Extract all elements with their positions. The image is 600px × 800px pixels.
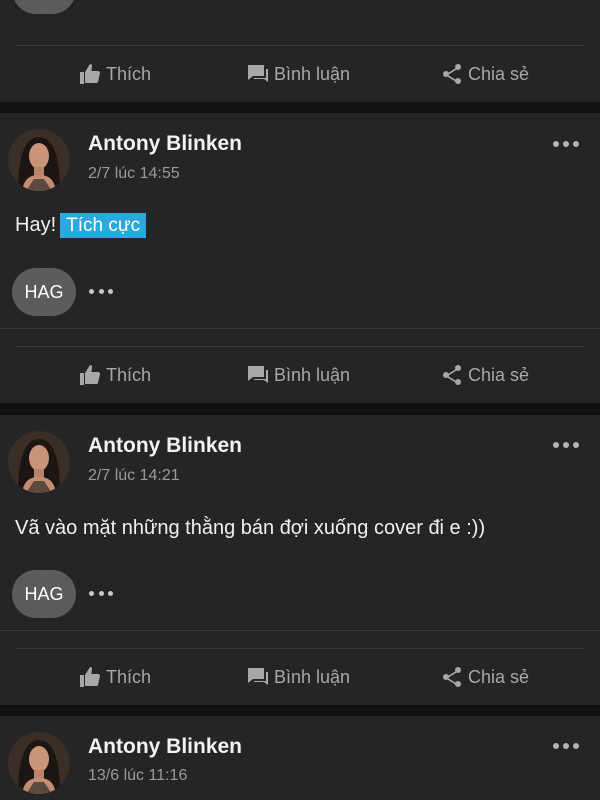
thumbs-up-icon (80, 667, 100, 687)
share-label: Chia sẻ (468, 364, 530, 385)
dot (553, 442, 559, 448)
dot (89, 590, 94, 596)
dot (553, 141, 559, 147)
share-label: Chia sẻ (468, 63, 530, 84)
like-label: Thích (106, 666, 152, 687)
like-label: Thích (106, 63, 152, 84)
thumbs-up-icon (80, 64, 100, 84)
reaction-more-icon[interactable] (89, 287, 113, 295)
like-label: Thích (106, 364, 152, 385)
dot (563, 743, 569, 749)
post-time[interactable]: 13/6 lúc 11:16 (88, 767, 187, 785)
comment-button[interactable]: Bình luận (246, 665, 350, 689)
dot (108, 590, 113, 596)
dot (98, 590, 104, 596)
like-button[interactable]: Thích (78, 62, 151, 86)
comment-label: Bình luận (274, 364, 351, 385)
avatar[interactable] (8, 129, 70, 191)
share-button[interactable]: Chia sẻ (440, 363, 529, 387)
share-icon (443, 365, 461, 385)
post-body: Vã vào mặt những thằng bán đợi xuống cov… (15, 517, 486, 539)
comment-icon (248, 668, 268, 685)
divider (0, 328, 600, 329)
divider (0, 630, 600, 631)
dot (563, 141, 569, 147)
dot (573, 141, 579, 147)
reaction-badge[interactable]: HAG (12, 570, 76, 618)
comment-icon (248, 65, 268, 82)
comment-icon (248, 366, 268, 383)
share-button[interactable]: Chia sẻ (440, 62, 529, 86)
post-card: Antony Blinken 2/7 lúc 14:21 Vã vào mặt … (0, 415, 600, 705)
more-options-icon[interactable] (553, 742, 579, 750)
avatar-image (8, 431, 70, 493)
dot (563, 442, 569, 448)
avatar[interactable] (8, 431, 70, 493)
comment-label: Bình luận (274, 63, 351, 84)
author-name[interactable]: Antony Blinken (88, 735, 242, 759)
comment-button[interactable]: Bình luận (246, 62, 350, 86)
share-icon (443, 64, 461, 84)
author-name[interactable]: Antony Blinken (88, 132, 242, 156)
dot (573, 743, 579, 749)
more-options-icon[interactable] (553, 441, 579, 449)
sentiment-tag: Tích cực (60, 213, 147, 238)
share-icon (443, 667, 461, 687)
comment-label: Bình luận (274, 666, 351, 687)
more-options-icon[interactable] (553, 140, 579, 148)
post-card: Antony Blinken 13/6 lúc 11:16 (0, 716, 600, 800)
action-bar: Thích Bình luận Chia sẻ (0, 649, 600, 705)
comment-button[interactable]: Bình luận (246, 363, 350, 387)
dot (553, 743, 559, 749)
post-time[interactable]: 2/7 lúc 14:21 (88, 467, 180, 485)
post-time[interactable]: 2/7 lúc 14:55 (88, 165, 180, 183)
dot (108, 288, 113, 294)
action-bar: Thích Bình luận Chia sẻ (0, 46, 600, 102)
post-card-previous: Thích Bình luận Chia sẻ (0, 0, 600, 102)
action-bar: Thích Bình luận Chia sẻ (0, 347, 600, 403)
post-text: Hay! Tích cực (15, 213, 147, 238)
share-button[interactable]: Chia sẻ (440, 665, 529, 689)
avatar[interactable] (8, 732, 70, 794)
dot (573, 442, 579, 448)
like-button[interactable]: Thích (78, 363, 151, 387)
author-name[interactable]: Antony Blinken (88, 434, 242, 458)
reaction-more-icon[interactable] (89, 589, 113, 597)
share-label: Chia sẻ (468, 666, 530, 687)
dot (89, 288, 94, 294)
dot (98, 288, 104, 294)
avatar-image (8, 732, 70, 794)
thumbs-up-icon (80, 365, 100, 385)
reaction-badge[interactable]: HAG (12, 268, 76, 316)
like-button[interactable]: Thích (78, 665, 151, 689)
post-body: Hay! (15, 214, 57, 236)
avatar-image (8, 129, 70, 191)
post-card: Antony Blinken 2/7 lúc 14:55 Hay! Tích cự… (0, 113, 600, 403)
reaction-badge-partial[interactable] (12, 0, 76, 14)
